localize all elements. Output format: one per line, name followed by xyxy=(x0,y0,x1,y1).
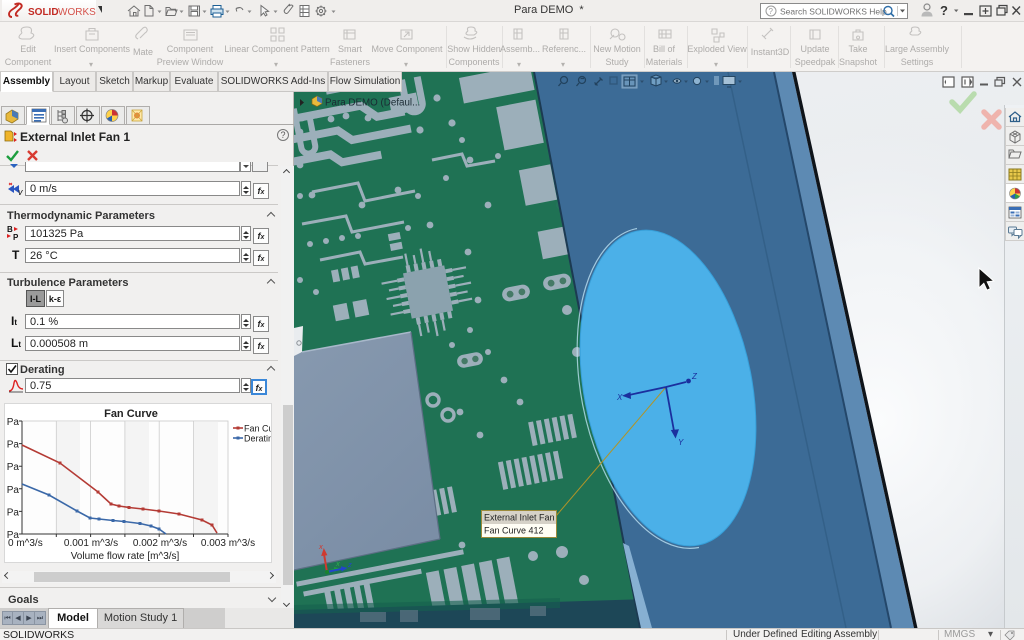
svg-text:0.003 m^3/s: 0.003 m^3/s xyxy=(201,538,255,549)
svg-text:WORKS: WORKS xyxy=(58,7,96,18)
svg-text:Pa: Pa xyxy=(7,440,20,451)
svg-text:z: z xyxy=(347,560,352,569)
svg-text:External Inlet Fan: External Inlet Fan xyxy=(484,513,555,523)
svg-text:Y: Y xyxy=(678,438,684,447)
svg-text:Pa: Pa xyxy=(7,485,20,496)
svg-text:x: x xyxy=(335,559,340,568)
svg-text:Pa: Pa xyxy=(7,462,20,473)
svg-text:v: v xyxy=(18,187,23,197)
svg-text:X: X xyxy=(616,393,623,402)
svg-text:P: P xyxy=(13,233,19,240)
svg-text:Pa: Pa xyxy=(7,507,20,518)
svg-text:Fan Cu: Fan Cu xyxy=(244,424,271,434)
svg-text:0.001 m^3/s: 0.001 m^3/s xyxy=(64,538,118,549)
svg-text:Search SOLIDWORKS Help: Search SOLIDWORKS Help xyxy=(780,7,887,17)
svg-text:?: ? xyxy=(940,3,948,18)
svg-text:0 m^3/s: 0 m^3/s xyxy=(8,538,43,549)
svg-text:SOLID: SOLID xyxy=(28,7,59,18)
svg-text:0.002 m^3/s: 0.002 m^3/s xyxy=(133,538,187,549)
svg-text:x: x xyxy=(318,542,323,551)
svg-text:Volume flow rate [m^3/s]: Volume flow rate [m^3/s] xyxy=(71,551,180,562)
svg-text:Para DEMO (Defaul...: Para DEMO (Defaul... xyxy=(325,98,420,109)
svg-text:Fan Curve: Fan Curve xyxy=(104,408,158,420)
svg-text:?: ? xyxy=(769,7,774,16)
svg-text:Fan Curve 412: Fan Curve 412 xyxy=(484,526,544,536)
svg-text:Deratin: Deratin xyxy=(244,434,271,444)
svg-text:Pa: Pa xyxy=(7,417,20,428)
